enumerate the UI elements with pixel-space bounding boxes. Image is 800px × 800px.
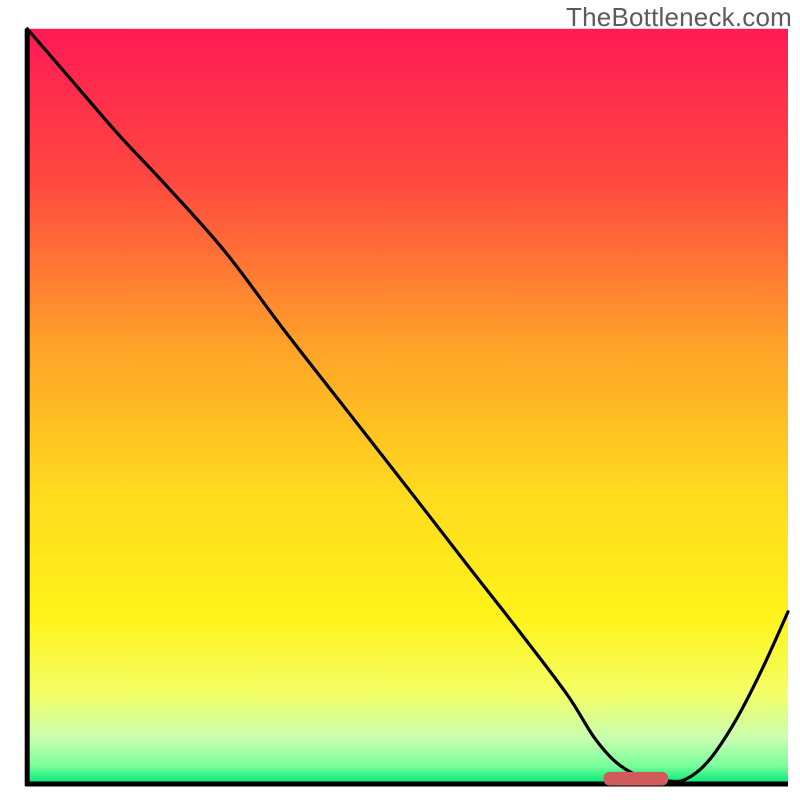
bottleneck-chart — [0, 0, 800, 800]
plot-background — [27, 29, 788, 784]
optimal-range-marker — [604, 772, 669, 786]
chart-frame: TheBottleneck.com — [0, 0, 800, 800]
